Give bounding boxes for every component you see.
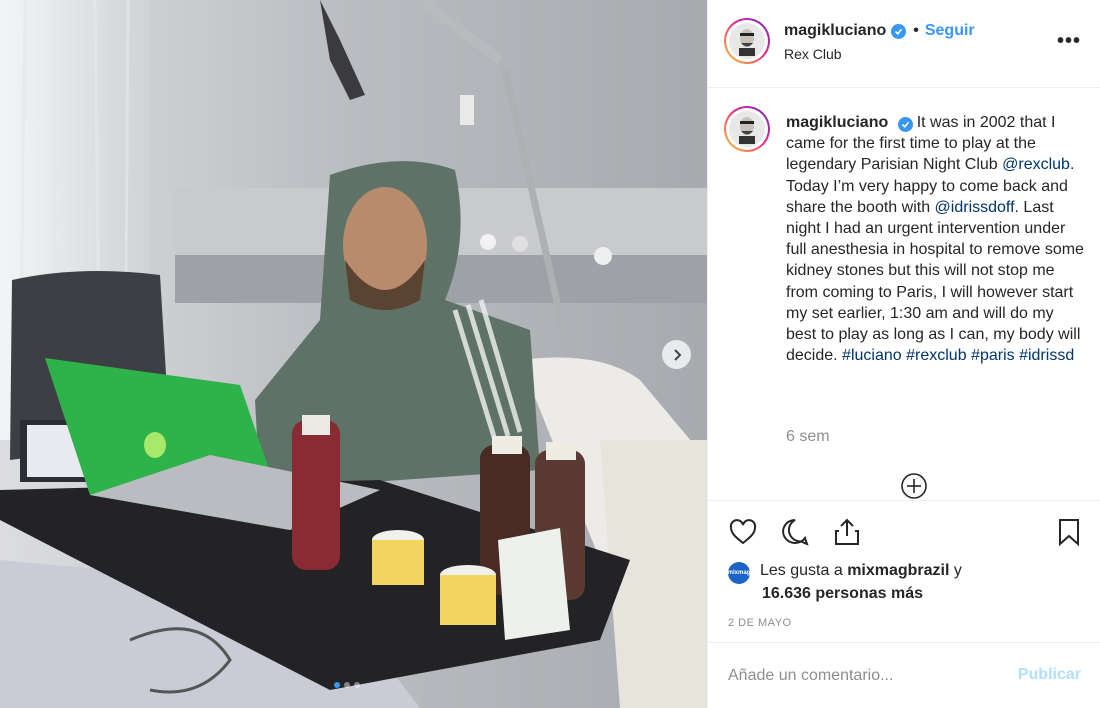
first-liker-link[interactable]: mixmagbrazil (847, 562, 949, 579)
likes-prefix: Les gusta a (760, 562, 843, 579)
carousel-dot (344, 682, 350, 688)
hashtag-link[interactable]: #rexclub (906, 347, 966, 364)
verified-icon (897, 117, 913, 132)
profile-face-icon (739, 29, 755, 56)
follow-button[interactable]: Seguir (925, 22, 975, 40)
post-sidebar: magikluciano • Seguir Rex Club ••• magik… (707, 0, 1100, 708)
avatar[interactable] (724, 18, 770, 64)
add-circle-icon[interactable] (900, 472, 928, 500)
caption-text: magikluciano It was in 2002 that I came … (786, 112, 1086, 366)
chevron-right-icon (673, 348, 681, 361)
next-slide-button[interactable] (662, 340, 691, 369)
avatar[interactable] (724, 106, 770, 152)
share-icon[interactable] (832, 517, 862, 547)
location-link[interactable]: Rex Club (784, 46, 842, 62)
post-actions: mixmag Les gusta a mixmagbrazil y 16.636… (708, 500, 1100, 642)
header-separator: • (913, 22, 919, 39)
author-username[interactable]: magikluciano (784, 22, 886, 40)
caption-section: magikluciano It was in 2002 that I came … (708, 88, 1100, 500)
likes-joiner: y (953, 562, 962, 579)
post-date[interactable]: 2 DE MAYO (728, 617, 792, 629)
likes-summary: mixmag Les gusta a mixmagbrazil y 16.636… (728, 559, 1088, 605)
more-options-icon[interactable]: ••• (1057, 30, 1081, 53)
hashtag-link[interactable]: #idrissd (1019, 347, 1074, 364)
mention-link[interactable]: @rexclub (1002, 156, 1070, 173)
verified-icon (891, 23, 907, 39)
caption-body: It was in 2002 that I came for the first… (786, 114, 1084, 364)
publish-button[interactable]: Publicar (1018, 666, 1081, 684)
carousel-indicators (334, 682, 360, 688)
heart-icon[interactable] (728, 517, 758, 547)
post-header: magikluciano • Seguir Rex Club ••• (708, 0, 1100, 88)
caption-segment: . Last night I had an urgent interventio… (786, 198, 1084, 365)
comment-icon[interactable] (780, 517, 810, 547)
likes-count-link[interactable]: 16.636 personas más (728, 582, 1088, 605)
hospital-room-image (0, 0, 707, 708)
profile-face-icon (739, 117, 755, 144)
mention-link[interactable]: @idrissdoff (935, 199, 1015, 216)
caption-username[interactable]: magikluciano (786, 114, 888, 131)
comment-input[interactable] (728, 659, 1008, 693)
carousel-dot (334, 682, 340, 688)
post-time-ago[interactable]: 6 sem (786, 428, 830, 446)
comment-box: Publicar (708, 642, 1100, 708)
bookmark-icon[interactable] (1054, 517, 1084, 547)
hashtag-link[interactable]: #paris (971, 347, 1015, 364)
carousel-dot (354, 682, 360, 688)
post-photo[interactable] (0, 0, 707, 708)
liker-avatar[interactable]: mixmag (728, 562, 750, 584)
hashtag-link[interactable]: #luciano (842, 347, 902, 364)
